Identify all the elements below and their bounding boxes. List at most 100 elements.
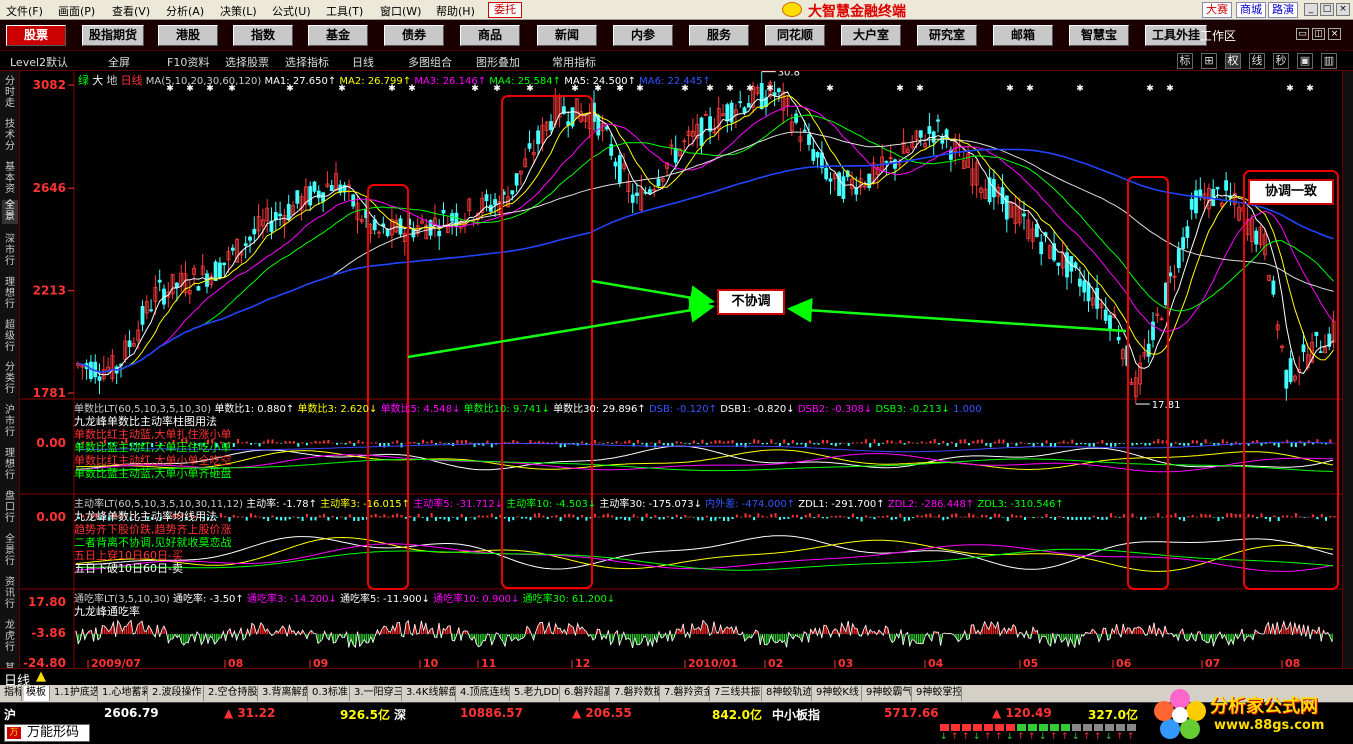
period-button[interactable]: 日线	[352, 54, 374, 70]
indicator-tab-19[interactable]: 9神蛟掌控	[914, 686, 962, 701]
indicator-tab-0[interactable]: 指标	[2, 686, 22, 701]
event-star-icon[interactable]: ✱	[726, 84, 734, 94]
event-star-icon[interactable]: ✱	[766, 84, 774, 94]
event-star-icon[interactable]: ✱	[1166, 84, 1174, 94]
link-contest[interactable]: 大赛	[1202, 2, 1232, 18]
toolbar-insider[interactable]: 内参	[613, 25, 673, 46]
event-star-icon[interactable]: ✱	[826, 84, 834, 94]
indicator-tab-14[interactable]: 7.磐羚资金	[662, 686, 710, 701]
link-mall[interactable]: 商城	[1236, 2, 1266, 18]
event-star-icon[interactable]: ✱	[1006, 84, 1014, 94]
menu-screen[interactable]: 画面(P)	[58, 3, 95, 19]
toolbar-tonghuashun[interactable]: 同花顺	[765, 25, 825, 46]
trade-button[interactable]: 委托	[488, 2, 522, 18]
toolbar-research[interactable]: 研究室	[917, 25, 977, 46]
menu-help[interactable]: 帮助(H)	[436, 3, 475, 19]
chart-area[interactable]: 3082 2646 2213 1781 30.8 17.81 ✱ ✱ ✱ ✱ ✱ ✱ ✱ ✱ ✱ ✱ ✱ ✱ ✱ ✱ ✱…	[20, 71, 1342, 668]
toolbar-zhihuibao[interactable]: 智慧宝	[1069, 25, 1129, 46]
overlay-button[interactable]: 图形叠加	[476, 54, 520, 70]
toolbar-stocks[interactable]: 股票	[6, 25, 66, 46]
indicator-tab-4[interactable]: 2.波段操作	[150, 686, 204, 701]
restore-icon[interactable]: ▭	[1296, 28, 1309, 40]
event-star-icon[interactable]: ✱	[1026, 84, 1034, 94]
close-panel-icon[interactable]: ×	[1328, 28, 1341, 40]
toolbar-vip-room[interactable]: 大户室	[841, 25, 901, 46]
indicator-tab-9[interactable]: 3.4K线解盘	[404, 686, 456, 701]
line-button[interactable]: 线	[1249, 53, 1265, 69]
left-tab-9[interactable]: 理 想 行	[2, 448, 18, 483]
select-stock-button[interactable]: 选择股票	[225, 54, 269, 70]
indicator-tab-1[interactable]: 模板	[24, 686, 50, 701]
kline-chart[interactable]: 308226462213178130.817.81✱ ✱ ✱ ✱ ✱ ✱ ✱ ✱ ✱ ✱ ✱ ✱ ✱ ✱ ✱…	[20, 71, 1342, 668]
indicator-tab-10[interactable]: 4.顶底连线	[458, 686, 510, 701]
indicator-tab-8[interactable]: 3.一阳穿三	[352, 686, 402, 701]
f10-button[interactable]: F10资料	[167, 54, 209, 70]
maximize-icon[interactable]: □	[1320, 3, 1334, 16]
event-star-icon[interactable]: ✱	[916, 84, 924, 94]
event-star-icon[interactable]: ✱	[1076, 84, 1084, 94]
left-tab-8[interactable]: 沪 市 行	[2, 405, 18, 440]
minimize-icon[interactable]: _	[1304, 3, 1318, 16]
toolbar-mailbox[interactable]: 邮箱	[993, 25, 1053, 46]
indicator-tab-13[interactable]: 7.磐羚数据	[612, 686, 660, 701]
left-tab-11[interactable]: 全 景 行	[2, 534, 18, 569]
grid-icon[interactable]: ⊞	[1201, 53, 1217, 69]
fullscreen-button[interactable]: 全屏	[108, 54, 130, 70]
event-star-icon[interactable]: ✱	[1146, 84, 1154, 94]
link-roadshow[interactable]: 路演	[1268, 2, 1298, 18]
toolbar-fund[interactable]: 基金	[308, 25, 368, 46]
indicator-tab-5[interactable]: 2.空仓持股	[206, 686, 258, 701]
menu-analyze[interactable]: 分析(A)	[166, 3, 204, 19]
event-star-icon[interactable]: ✱	[746, 84, 754, 94]
select-indicator-button[interactable]: 选择指标	[285, 54, 329, 70]
left-tab-10[interactable]: 盘 口 行	[2, 491, 18, 526]
indicator-tab-12[interactable]: 6.磐羚超赢	[562, 686, 610, 701]
left-tab-12[interactable]: 资 讯 行	[2, 577, 18, 612]
indicator-tab-16[interactable]: 8神蛟轨迹	[764, 686, 812, 701]
close-icon[interactable]: ×	[1336, 3, 1350, 16]
left-tab-5[interactable]: 理 想 行	[2, 277, 18, 312]
left-tab-4[interactable]: 深 市 行	[2, 234, 18, 269]
toolbar-news[interactable]: 新闻	[537, 25, 597, 46]
indicator-tab-11[interactable]: 5.老九DDE	[512, 686, 560, 701]
split-layout-icon[interactable]: ▥	[1321, 53, 1337, 69]
rights-button[interactable]: 权	[1225, 53, 1241, 69]
toolbar-bond[interactable]: 债券	[384, 25, 444, 46]
toolbar-futures[interactable]: 股指期货	[82, 25, 144, 46]
indicator-tab-6[interactable]: 3.背离解盘	[260, 686, 308, 701]
window-layout-icon[interactable]: ▣	[1297, 53, 1313, 69]
left-tab-6[interactable]: 超 级 行	[2, 320, 18, 355]
multi-chart-button[interactable]: 多图组合	[408, 54, 452, 70]
event-star-icon[interactable]: ✱	[1306, 84, 1314, 94]
menu-tools[interactable]: 工具(T)	[326, 3, 363, 19]
common-indicator-button[interactable]: 常用指标	[552, 54, 596, 70]
event-star-icon[interactable]: ✱	[1286, 84, 1294, 94]
indicator-tab-17[interactable]: 9神蛟K线	[814, 686, 862, 701]
toolbar-index[interactable]: 指数	[233, 25, 293, 46]
indicator-tab-3[interactable]: 1.心地蓄彩	[100, 686, 148, 701]
indicator-tab-2[interactable]: 1.1护底选顶	[52, 686, 98, 701]
indicator-tab-7[interactable]: 0.3标准	[310, 686, 350, 701]
menu-window[interactable]: 窗口(W)	[380, 3, 421, 19]
left-tab-13[interactable]: 龙 虎 行	[2, 620, 18, 655]
left-tab-0[interactable]: 分 时 走	[2, 76, 18, 111]
vertical-scrollbar[interactable]	[1342, 71, 1353, 668]
triangle-up-icon[interactable]: ▲	[36, 669, 46, 684]
menu-decide[interactable]: 决策(L)	[220, 3, 257, 19]
menu-view[interactable]: 查看(V)	[112, 3, 150, 19]
toolbar-service[interactable]: 服务	[689, 25, 749, 46]
toolbar-plugins[interactable]: 工具外挂	[1145, 25, 1207, 46]
indicator-tab-18[interactable]: 9神蛟霸气	[864, 686, 912, 701]
mark-button[interactable]: 标	[1177, 53, 1193, 69]
workarea-label[interactable]: 工作区	[1200, 27, 1236, 44]
toolbar-hk[interactable]: 港股	[158, 25, 218, 46]
window-icon[interactable]: ◫	[1312, 28, 1325, 40]
left-tab-1[interactable]: 技 术 分	[2, 119, 18, 154]
second-button[interactable]: 秒	[1273, 53, 1289, 69]
left-tab-3[interactable]: 全 景	[2, 200, 18, 224]
layout-select[interactable]: Level2默认	[10, 54, 68, 70]
universal-code-input[interactable]: 万 万能形码	[4, 724, 90, 742]
left-tab-2[interactable]: 基 本 资	[2, 162, 18, 197]
menu-formula[interactable]: 公式(U)	[272, 3, 311, 19]
left-tab-7[interactable]: 分 类 行	[2, 362, 18, 397]
